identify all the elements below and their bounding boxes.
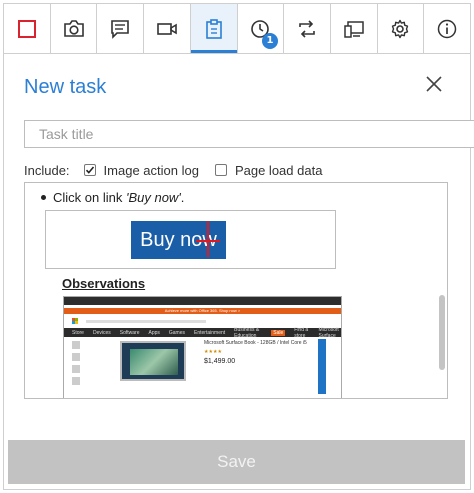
history-count-badge: 1 <box>262 33 278 49</box>
gear-icon <box>392 19 409 38</box>
save-button[interactable]: Save <box>8 440 465 484</box>
video-camera-icon <box>157 22 177 35</box>
action-screenshot: Buy now <box>45 210 336 269</box>
browser-chrome <box>64 297 341 305</box>
site-nav-item: Entertainment <box>194 329 226 336</box>
page-load-data-checkbox[interactable] <box>214 164 227 176</box>
observations-heading: Observations <box>62 276 146 291</box>
repeat-icon <box>299 19 315 38</box>
step-target: 'Buy now' <box>125 190 181 205</box>
device-button[interactable] <box>331 4 378 53</box>
device-icon <box>344 20 364 38</box>
task-preview[interactable]: Click on link 'Buy now'. Buy now Observa… <box>24 182 448 399</box>
feedback-tab <box>318 339 326 394</box>
history-button[interactable] <box>238 4 285 53</box>
record-stop-icon <box>17 19 36 38</box>
thumb <box>72 365 80 373</box>
close-icon <box>426 76 442 92</box>
microsoft-logo-icon <box>72 318 78 324</box>
bullet <box>41 195 46 201</box>
preview-scrollbar[interactable] <box>439 185 445 398</box>
site-nav-item: Sale <box>271 329 286 336</box>
site-nav-item: Apps <box>148 329 160 336</box>
screenshot-button[interactable] <box>51 4 98 53</box>
include-label: Include: <box>24 162 70 178</box>
stop-recording-button[interactable] <box>4 4 51 53</box>
create-task-button[interactable] <box>190 4 238 53</box>
site-nav-item: Games <box>168 329 186 336</box>
step-prefix: Click on link <box>53 190 126 205</box>
thumb <box>72 377 80 385</box>
new-task-panel: New task Include: Image action log Page … <box>3 53 474 490</box>
about-button[interactable] <box>424 4 470 53</box>
click-target-crosshair-icon <box>196 221 220 257</box>
comment-icon <box>111 19 130 39</box>
site-nav-item: Software <box>119 329 140 336</box>
video-button[interactable] <box>144 4 191 53</box>
info-icon <box>437 19 457 38</box>
search-bar <box>86 319 206 323</box>
action-step: Click on link 'Buy now'. <box>41 190 184 205</box>
step-suffix: . <box>180 190 185 205</box>
site-store-nav: Store Devices Software Apps Games Entertainme… <box>64 327 341 339</box>
clipboard-icon <box>205 18 222 39</box>
settings-button[interactable] <box>378 4 425 53</box>
product-area: Microsoft Surface Book - 128GB / Intel C… <box>64 337 341 398</box>
thumb <box>72 341 80 349</box>
camera-icon <box>63 19 84 37</box>
product-image <box>120 341 186 381</box>
checkmark-icon <box>85 166 94 174</box>
note-button[interactable] <box>97 4 145 53</box>
panel-title: New task <box>24 76 107 98</box>
close-button[interactable] <box>424 74 444 94</box>
toolbar <box>3 3 471 53</box>
rating-stars: ★★★★ <box>204 349 222 355</box>
image-action-log-checkbox[interactable] <box>83 164 96 176</box>
page-load-data-label: Page load data <box>234 162 323 178</box>
thumb <box>72 353 80 361</box>
site-nav-item: Devices <box>92 329 111 336</box>
product-name: Microsoft Surface Book - 128GB / Intel C… <box>204 340 307 346</box>
task-title-input[interactable] <box>24 120 474 148</box>
product-price: $1,499.00 <box>204 358 236 365</box>
replay-button[interactable] <box>284 4 331 53</box>
scroll-thumb[interactable] <box>439 295 445 370</box>
include-options: Include: Image action log Page load data <box>24 160 322 180</box>
observation-screenshot: Achieve more with Office 365. Shop now >… <box>63 296 342 398</box>
image-action-log-label: Image action log <box>103 162 199 178</box>
site-nav-item: Store <box>72 329 84 336</box>
site-banner-text: Achieve more with Office 365. Shop now > <box>164 308 241 313</box>
